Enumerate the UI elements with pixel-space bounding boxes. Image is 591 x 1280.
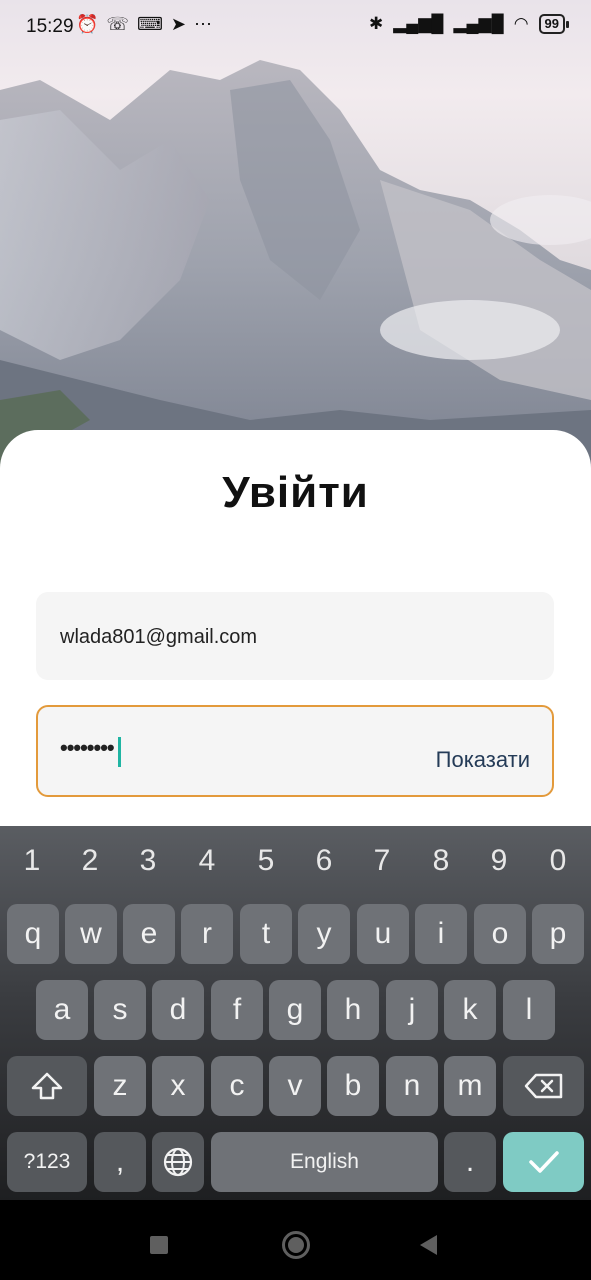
key-o[interactable]: o: [474, 904, 526, 964]
key-n[interactable]: n: [386, 1056, 438, 1116]
telegram-icon: ➤: [170, 14, 187, 34]
wifi-icon: ◠: [513, 14, 529, 33]
bluetooth-icon: ✱: [368, 14, 384, 33]
key-6[interactable]: 6: [304, 844, 344, 878]
key-5[interactable]: 5: [246, 844, 286, 878]
keyboard-icon: ⌨: [136, 14, 163, 34]
key-4[interactable]: 4: [187, 844, 227, 878]
key-x[interactable]: x: [152, 1056, 204, 1116]
key-k[interactable]: k: [444, 980, 496, 1040]
enter-key[interactable]: [503, 1132, 584, 1192]
key-q[interactable]: q: [7, 904, 59, 964]
key-f[interactable]: f: [211, 980, 263, 1040]
system-nav-bar: [0, 1200, 591, 1280]
shift-icon: [31, 1072, 63, 1100]
checkmark-icon: [528, 1151, 559, 1173]
symbols-key[interactable]: ?123: [7, 1132, 87, 1192]
key-h[interactable]: h: [327, 980, 379, 1040]
key-m[interactable]: m: [444, 1056, 496, 1116]
key-d[interactable]: d: [152, 980, 204, 1040]
status-time: 15:29: [26, 16, 74, 37]
key-c[interactable]: c: [211, 1056, 263, 1116]
show-password-button[interactable]: Показати: [436, 747, 530, 773]
viber-icon: ☏: [106, 14, 129, 34]
space-key[interactable]: English: [211, 1132, 438, 1192]
key-s[interactable]: s: [94, 980, 146, 1040]
key-u[interactable]: u: [357, 904, 409, 964]
key-9[interactable]: 9: [479, 844, 519, 878]
key-1[interactable]: 1: [12, 844, 52, 878]
login-sheet: Увійти wlada801@gmail.com •••••••• Показ…: [0, 430, 591, 830]
home-icon[interactable]: [282, 1231, 310, 1259]
key-i[interactable]: i: [415, 904, 467, 964]
key-0[interactable]: 0: [538, 844, 578, 878]
text-caret: [118, 737, 121, 767]
page-title: Увійти: [222, 468, 369, 517]
back-icon[interactable]: [420, 1235, 437, 1255]
number-row: 1 2 3 4 5 6 7 8 9 0: [0, 840, 591, 884]
key-v[interactable]: v: [269, 1056, 321, 1116]
key-8[interactable]: 8: [421, 844, 461, 878]
comma-key[interactable]: ,: [94, 1132, 146, 1192]
more-icon: ⋯: [194, 14, 213, 34]
key-g[interactable]: g: [269, 980, 321, 1040]
email-field[interactable]: wlada801@gmail.com: [36, 592, 554, 680]
backspace-icon: [524, 1073, 562, 1099]
password-value: ••••••••: [60, 735, 115, 760]
status-bar: 15:29 ⏰ ☏ ⌨ ➤ ⋯ ✱ ▂▄▆█ ▂▄▆█ ◠ 99: [0, 0, 591, 56]
key-e[interactable]: e: [123, 904, 175, 964]
key-j[interactable]: j: [386, 980, 438, 1040]
key-2[interactable]: 2: [70, 844, 110, 878]
key-r[interactable]: r: [181, 904, 233, 964]
backspace-key[interactable]: [503, 1056, 584, 1116]
password-field[interactable]: •••••••• Показати: [36, 705, 554, 797]
language-key[interactable]: [152, 1132, 204, 1192]
soft-keyboard: 1 2 3 4 5 6 7 8 9 0 q w e r t y u i o p …: [0, 826, 591, 1200]
key-a[interactable]: a: [36, 980, 88, 1040]
globe-icon: [163, 1147, 193, 1177]
key-b[interactable]: b: [327, 1056, 379, 1116]
key-3[interactable]: 3: [128, 844, 168, 878]
recents-icon[interactable]: [150, 1236, 168, 1254]
key-l[interactable]: l: [503, 980, 555, 1040]
alarm-icon: ⏰: [76, 14, 99, 34]
email-value: wlada801@gmail.com: [60, 626, 258, 648]
shift-key[interactable]: [7, 1056, 87, 1116]
key-y[interactable]: y: [298, 904, 350, 964]
key-t[interactable]: t: [240, 904, 292, 964]
battery-icon: 99: [538, 14, 570, 34]
key-7[interactable]: 7: [362, 844, 402, 878]
signal-icon: ▂▄▆█: [393, 14, 444, 33]
key-p[interactable]: p: [532, 904, 584, 964]
key-w[interactable]: w: [65, 904, 117, 964]
signal-icon: ▂▄▆█: [453, 14, 504, 33]
period-key[interactable]: .: [444, 1132, 496, 1192]
key-z[interactable]: z: [94, 1056, 146, 1116]
mountain-background-image: [0, 0, 591, 470]
